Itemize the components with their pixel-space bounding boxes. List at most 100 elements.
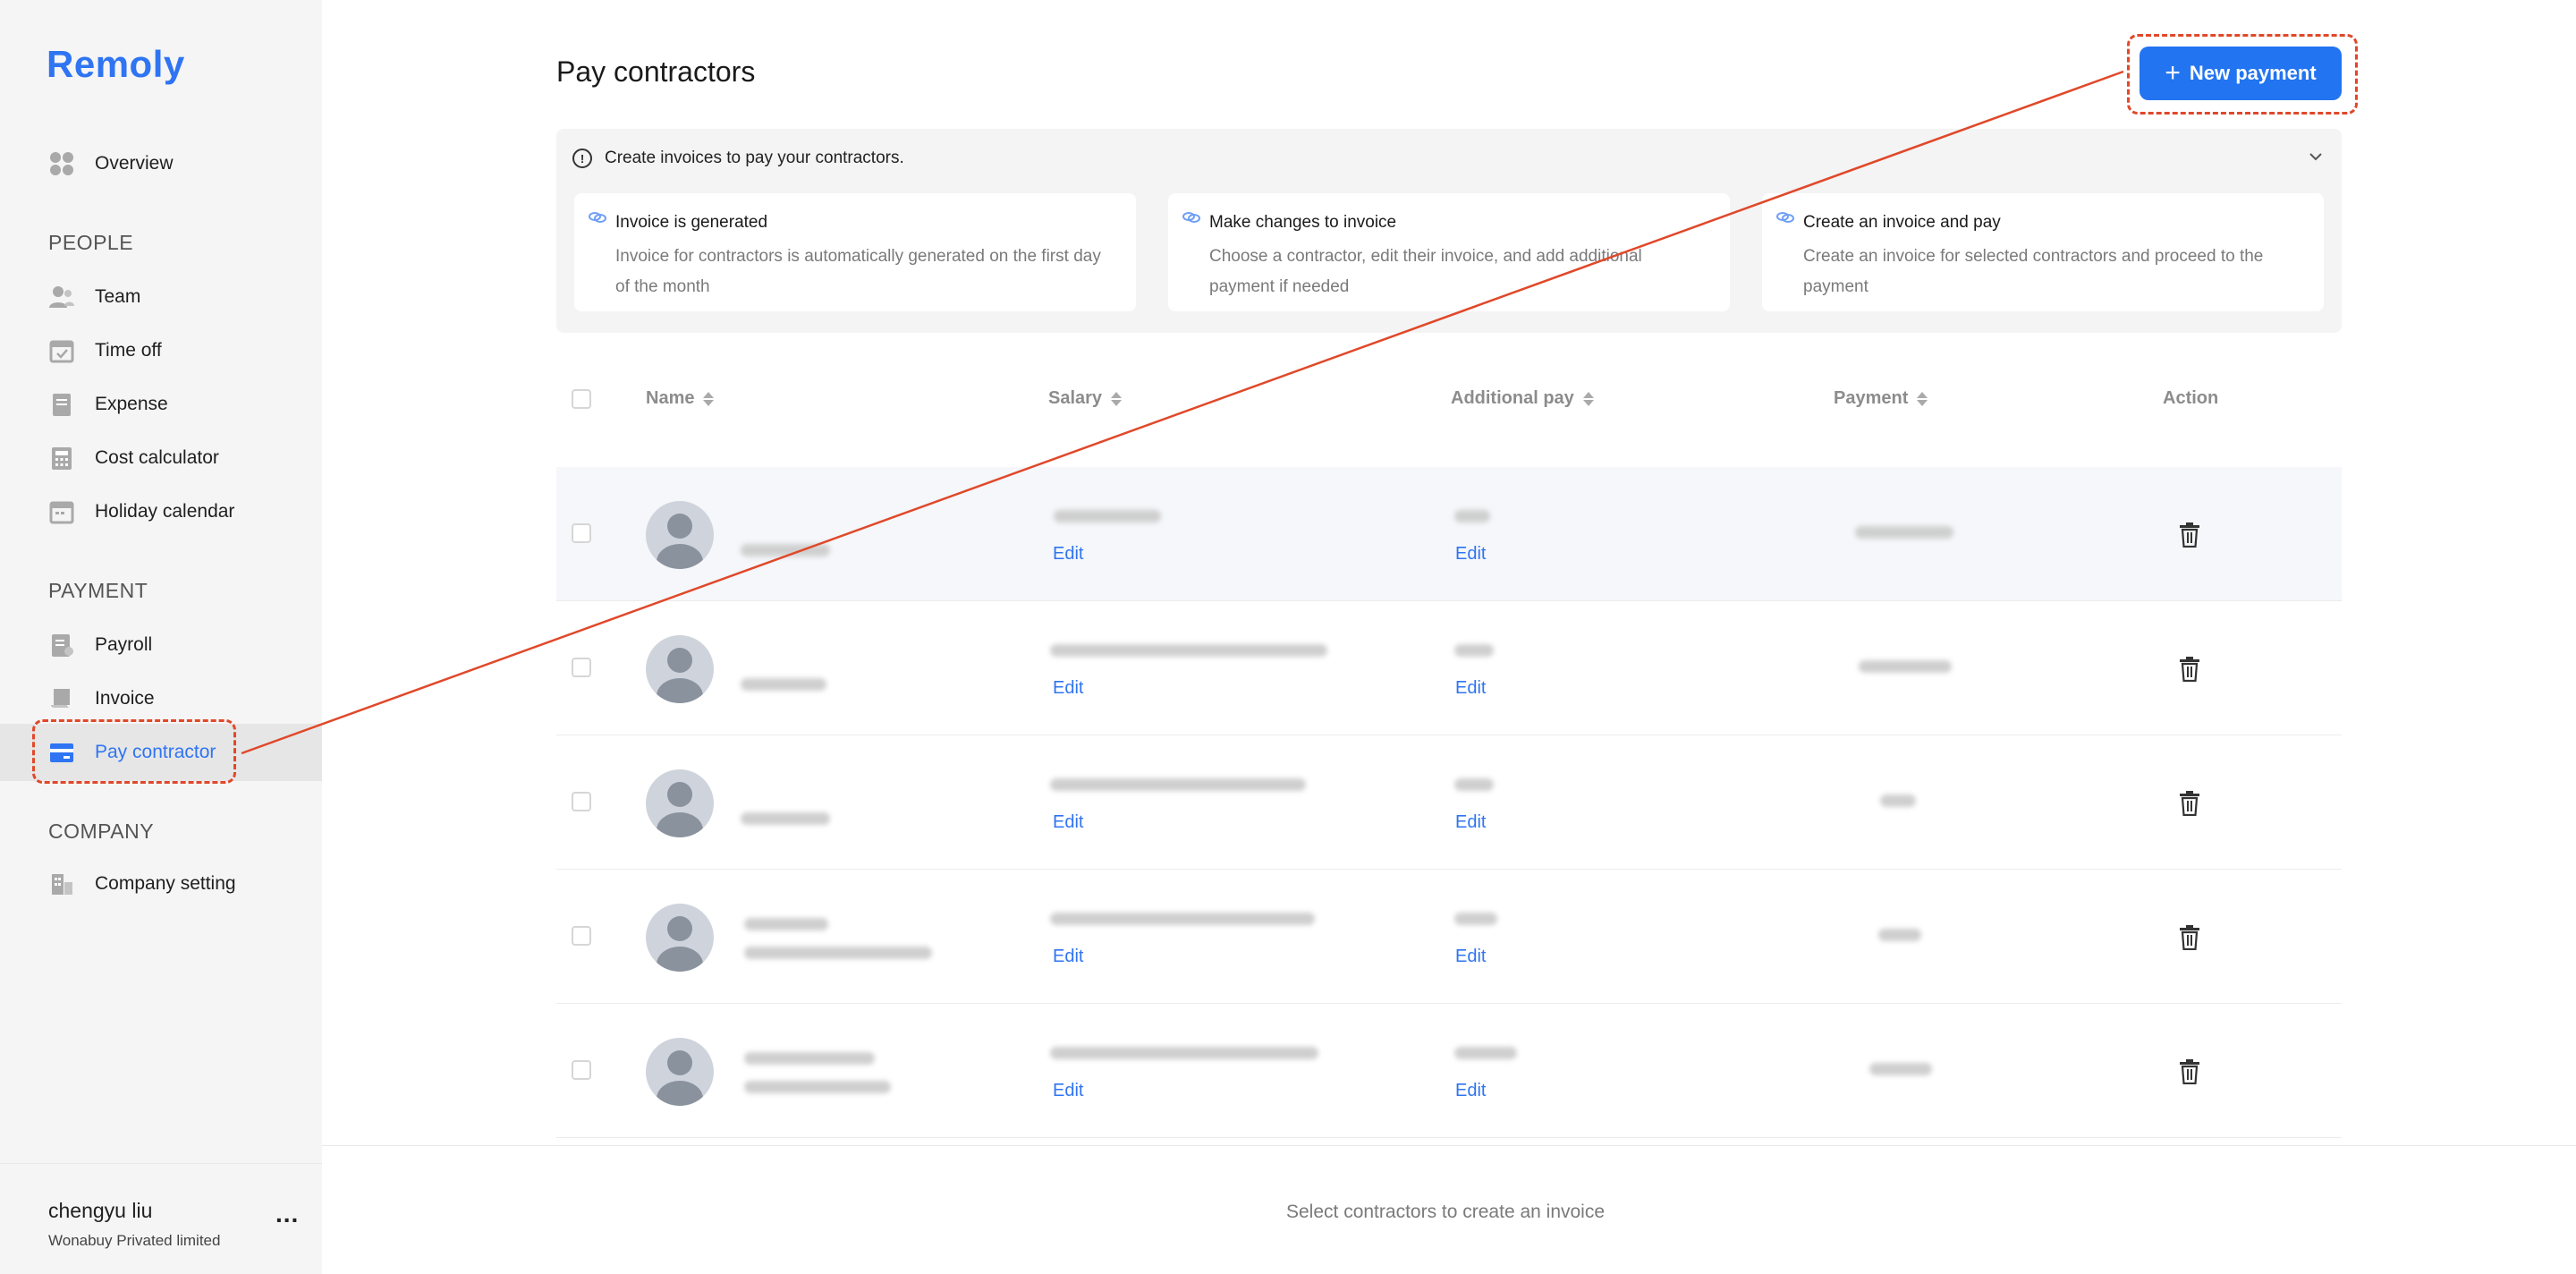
column-label: Name	[646, 388, 695, 408]
row-checkbox[interactable]	[572, 1060, 591, 1080]
row-checkbox[interactable]	[572, 658, 591, 677]
additional-pay-redacted	[1454, 778, 1494, 791]
sidebar-item-label: Holiday calendar	[95, 501, 235, 522]
table-row[interactable]: Edit Edit	[556, 467, 2342, 601]
sidebar-item-label: Company setting	[95, 873, 236, 894]
info-card-title: Make changes to invoice	[1209, 213, 1397, 232]
page-title: Pay contractors	[556, 55, 756, 88]
column-additional-pay[interactable]: Additional pay	[1451, 388, 1594, 409]
section-company: COMPANY	[48, 820, 155, 843]
sidebar-item-label: Invoice	[95, 688, 155, 709]
info-header: ! Create invoices to pay your contractor…	[572, 149, 904, 168]
calendar-check-icon	[48, 337, 75, 364]
row-checkbox[interactable]	[572, 926, 591, 946]
avatar	[646, 1038, 714, 1106]
row-checkbox[interactable]	[572, 792, 591, 811]
contractor-name-redacted	[744, 918, 828, 930]
user-name: chengyu liu	[48, 1199, 153, 1222]
sidebar-item-holiday-calendar[interactable]: Holiday calendar	[0, 483, 322, 540]
team-icon	[48, 284, 75, 310]
sidebar-item-label: Cost calculator	[95, 447, 219, 468]
trash-icon[interactable]	[2179, 657, 2200, 682]
user-profile[interactable]: chengyu liu Wonabuy Privated limited	[48, 1199, 220, 1250]
sort-icon	[1917, 391, 1928, 406]
additional-pay-redacted	[1454, 644, 1494, 657]
receipt-icon	[48, 391, 75, 418]
sidebar-item-label: Expense	[95, 394, 168, 414]
chevron-down-icon[interactable]	[2308, 149, 2324, 165]
calendar-icon	[48, 498, 75, 525]
table-row[interactable]: Edit Edit	[556, 601, 2342, 735]
select-all-checkbox[interactable]	[572, 389, 591, 409]
avatar	[646, 904, 714, 972]
edit-additional-pay-link[interactable]: Edit	[1455, 678, 1486, 699]
edit-additional-pay-link[interactable]: Edit	[1455, 812, 1486, 833]
section-people: PEOPLE	[48, 231, 134, 254]
highlight-new-payment	[2127, 34, 2358, 115]
section-payment: PAYMENT	[48, 579, 148, 602]
user-menu-button[interactable]: ...	[275, 1202, 299, 1227]
sidebar-item-label: Team	[95, 286, 141, 307]
table-row[interactable]: Edit Edit	[556, 735, 2342, 870]
edit-additional-pay-link[interactable]: Edit	[1455, 1081, 1486, 1101]
info-heading: Create invoices to pay your contractors.	[605, 149, 904, 167]
edit-additional-pay-link[interactable]: Edit	[1455, 544, 1486, 565]
salary-redacted	[1050, 644, 1327, 657]
trash-icon[interactable]	[2179, 925, 2200, 950]
sidebar-item-cost-calculator[interactable]: Cost calculator	[0, 429, 322, 487]
trash-icon[interactable]	[2179, 522, 2200, 548]
calculator-icon	[48, 445, 75, 471]
info-card-desc: Invoice for contractors is automatically…	[615, 247, 1101, 296]
sort-icon	[703, 391, 715, 406]
contractor-name-redacted	[741, 544, 830, 556]
sidebar-item-team[interactable]: Team	[0, 268, 322, 326]
payment-redacted	[1859, 660, 1952, 673]
user-company: Wonabuy Privated limited	[48, 1232, 221, 1249]
sort-icon	[1111, 391, 1123, 406]
app-logo[interactable]: Remoly	[47, 43, 185, 86]
column-action: Action	[2163, 388, 2218, 409]
trash-icon[interactable]	[2179, 791, 2200, 816]
sidebar-item-overview[interactable]: Overview	[0, 135, 322, 192]
table-row[interactable]: Edit Edit	[556, 1004, 2342, 1138]
trash-icon[interactable]	[2179, 1059, 2200, 1084]
column-label: Additional pay	[1451, 388, 1574, 408]
table-row[interactable]: Edit Edit	[556, 870, 2342, 1004]
row-checkbox[interactable]	[572, 523, 591, 543]
edit-salary-link[interactable]: Edit	[1053, 1081, 1083, 1101]
sidebar-item-payroll[interactable]: Payroll	[0, 616, 322, 674]
info-card-desc: Create an invoice for selected contracto…	[1803, 247, 2264, 296]
info-card-create-pay: Create an invoice and pay Create an invo…	[1762, 193, 2324, 311]
grid-icon	[48, 150, 75, 177]
salary-redacted	[1054, 510, 1161, 522]
column-label: Salary	[1048, 388, 1103, 408]
sidebar: Remoly Overview PEOPLE Team Time off Exp…	[0, 0, 322, 1274]
avatar	[646, 635, 714, 703]
payment-redacted	[1869, 1063, 1932, 1075]
contractor-name-redacted	[741, 812, 830, 825]
edit-salary-link[interactable]: Edit	[1053, 947, 1083, 967]
edit-salary-link[interactable]: Edit	[1053, 678, 1083, 699]
sidebar-item-company-setting[interactable]: Company setting	[0, 855, 322, 913]
column-label: Payment	[1834, 388, 1909, 408]
sidebar-item-expense[interactable]: Expense	[0, 376, 322, 433]
contractor-name-redacted	[744, 1052, 875, 1065]
info-card-desc: Choose a contractor, edit their invoice,…	[1209, 247, 1642, 296]
sort-icon	[1582, 391, 1594, 406]
edit-additional-pay-link[interactable]: Edit	[1455, 947, 1486, 967]
payment-redacted	[1855, 526, 1953, 539]
avatar	[646, 501, 714, 569]
column-salary[interactable]: Salary	[1048, 388, 1123, 409]
link-icon	[589, 212, 606, 223]
edit-salary-link[interactable]: Edit	[1053, 812, 1083, 833]
sidebar-item-time-off[interactable]: Time off	[0, 322, 322, 379]
info-card-title: Create an invoice and pay	[1803, 213, 2001, 232]
building-icon	[48, 871, 75, 897]
payment-redacted	[1878, 929, 1921, 941]
info-panel: ! Create invoices to pay your contractor…	[556, 129, 2342, 333]
contractor-email-redacted	[744, 1081, 891, 1093]
column-name[interactable]: Name	[646, 388, 715, 409]
edit-salary-link[interactable]: Edit	[1053, 544, 1083, 565]
column-payment[interactable]: Payment	[1834, 388, 1928, 409]
info-icon: !	[572, 149, 592, 168]
